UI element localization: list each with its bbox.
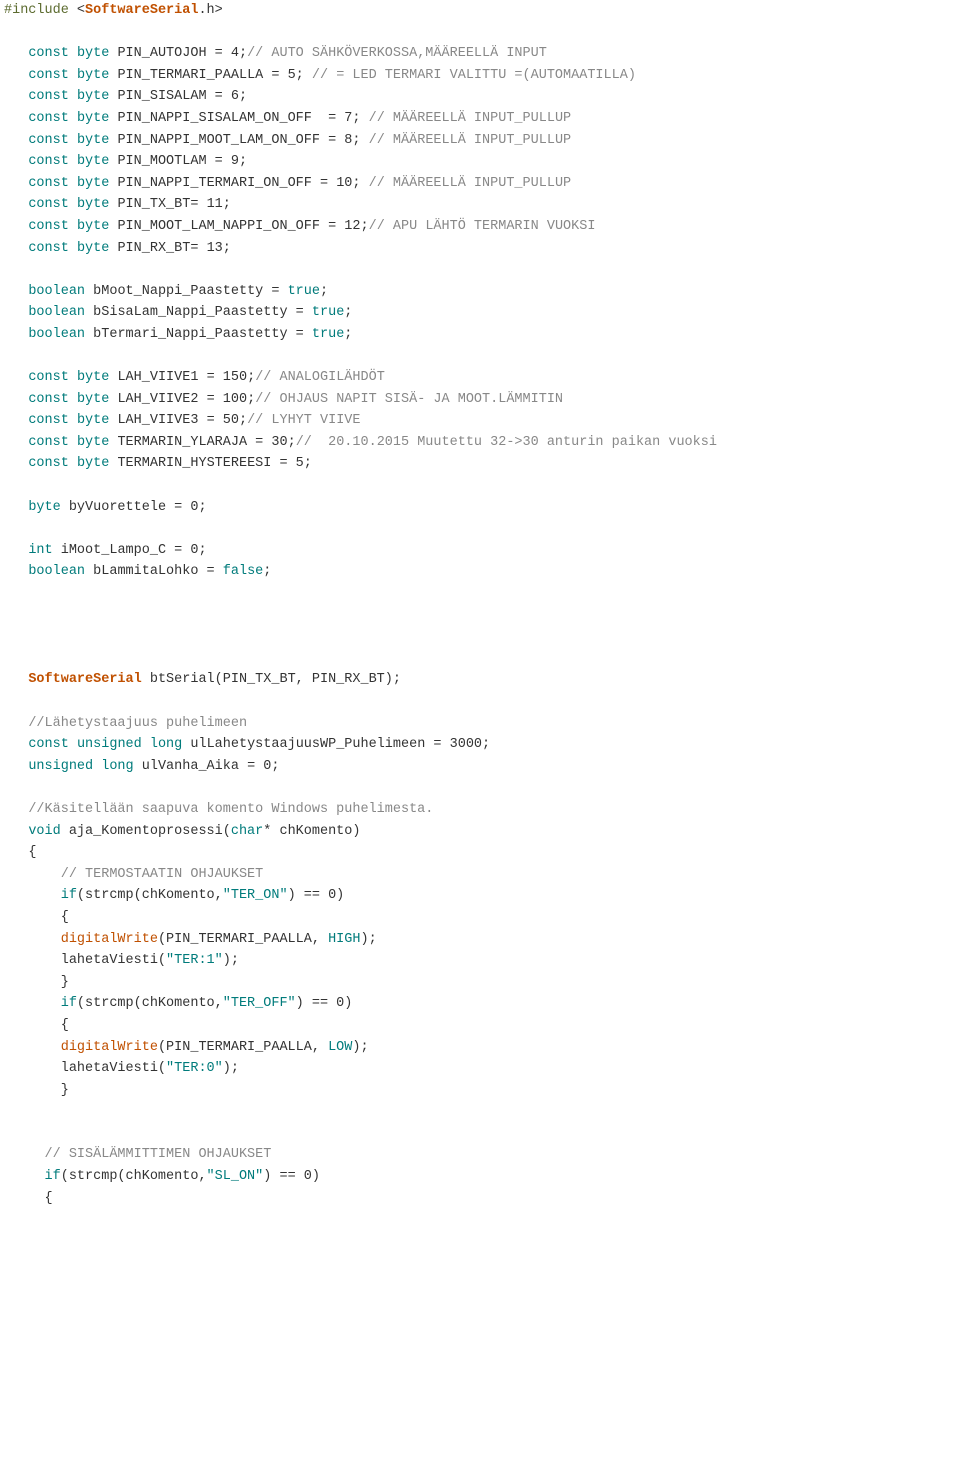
- code-line: const byte TERMARIN_HYSTEREESI = 5;: [4, 453, 956, 475]
- code-line: boolean bTermari_Nappi_Paastetty = true;: [4, 324, 956, 346]
- code-line: const byte PIN_AUTOJOH = 4;// AUTO SÄHKÖ…: [4, 43, 956, 65]
- code-line: int iMoot_Lampo_C = 0;: [4, 540, 956, 562]
- code-line: const byte PIN_NAPPI_MOOT_LAM_ON_OFF = 8…: [4, 130, 956, 152]
- code-line: boolean bMoot_Nappi_Paastetty = true;: [4, 281, 956, 303]
- code-line: const byte TERMARIN_YLARAJA = 30;// 20.1…: [4, 432, 956, 454]
- code-line: const byte LAH_VIIVE1 = 150;// ANALOGILÄ…: [4, 367, 956, 389]
- code-line: [4, 648, 956, 670]
- code-line: // SISÄLÄMMITTIMEN OHJAUKSET: [4, 1144, 956, 1166]
- code-line: {: [4, 1188, 956, 1210]
- code-line: const byte LAH_VIIVE2 = 100;// OHJAUS NA…: [4, 389, 956, 411]
- code-line: const byte PIN_MOOTLAM = 9;: [4, 151, 956, 173]
- code-line: const byte PIN_NAPPI_SISALAM_ON_OFF = 7;…: [4, 108, 956, 130]
- code-line: [4, 346, 956, 368]
- code-line: digitalWrite(PIN_TERMARI_PAALLA, LOW);: [4, 1037, 956, 1059]
- code-line: //Lähetystaajuus puhelimeen: [4, 713, 956, 735]
- code-line: [4, 259, 956, 281]
- code-line: }: [4, 1080, 956, 1102]
- code-line: [4, 518, 956, 540]
- code-line: #include <SoftwareSerial.h>: [4, 0, 956, 22]
- code-line: [4, 1123, 956, 1145]
- code-line: if(strcmp(chKomento,"TER_ON") == 0): [4, 885, 956, 907]
- code-line: const byte LAH_VIIVE3 = 50;// LYHYT VIIV…: [4, 410, 956, 432]
- code-line: boolean bLammitaLohko = false;: [4, 561, 956, 583]
- code-line: {: [4, 1015, 956, 1037]
- code-line: }: [4, 972, 956, 994]
- code-line: const byte PIN_TERMARI_PAALLA = 5; // = …: [4, 65, 956, 87]
- code-line: [4, 22, 956, 44]
- code-line: const byte PIN_MOOT_LAM_NAPPI_ON_OFF = 1…: [4, 216, 956, 238]
- code-line: digitalWrite(PIN_TERMARI_PAALLA, HIGH);: [4, 929, 956, 951]
- code-line: const unsigned long ulLahetystaajuusWP_P…: [4, 734, 956, 756]
- code-block: #include <SoftwareSerial.h> const byte P…: [0, 0, 960, 1209]
- code-line: const byte PIN_RX_BT= 13;: [4, 238, 956, 260]
- code-line: SoftwareSerial btSerial(PIN_TX_BT, PIN_R…: [4, 669, 956, 691]
- code-line: void aja_Komentoprosessi(char* chKomento…: [4, 821, 956, 843]
- code-line: [4, 475, 956, 497]
- code-line: if(strcmp(chKomento,"TER_OFF") == 0): [4, 993, 956, 1015]
- code-line: byte byVuorettele = 0;: [4, 497, 956, 519]
- code-line: {: [4, 842, 956, 864]
- code-line: const byte PIN_NAPPI_TERMARI_ON_OFF = 10…: [4, 173, 956, 195]
- code-line: [4, 777, 956, 799]
- code-line: //Käsitellään saapuva komento Windows pu…: [4, 799, 956, 821]
- code-line: if(strcmp(chKomento,"SL_ON") == 0): [4, 1166, 956, 1188]
- code-line: [4, 605, 956, 627]
- code-line: [4, 691, 956, 713]
- code-line: [4, 583, 956, 605]
- code-line: // TERMOSTAATIN OHJAUKSET: [4, 864, 956, 886]
- code-line: [4, 1101, 956, 1123]
- code-line: const byte PIN_SISALAM = 6;: [4, 86, 956, 108]
- code-line: lahetaViesti("TER:0");: [4, 1058, 956, 1080]
- code-line: {: [4, 907, 956, 929]
- code-line: lahetaViesti("TER:1");: [4, 950, 956, 972]
- code-line: const byte PIN_TX_BT= 11;: [4, 194, 956, 216]
- code-line: unsigned long ulVanha_Aika = 0;: [4, 756, 956, 778]
- code-line: [4, 626, 956, 648]
- code-line: boolean bSisaLam_Nappi_Paastetty = true;: [4, 302, 956, 324]
